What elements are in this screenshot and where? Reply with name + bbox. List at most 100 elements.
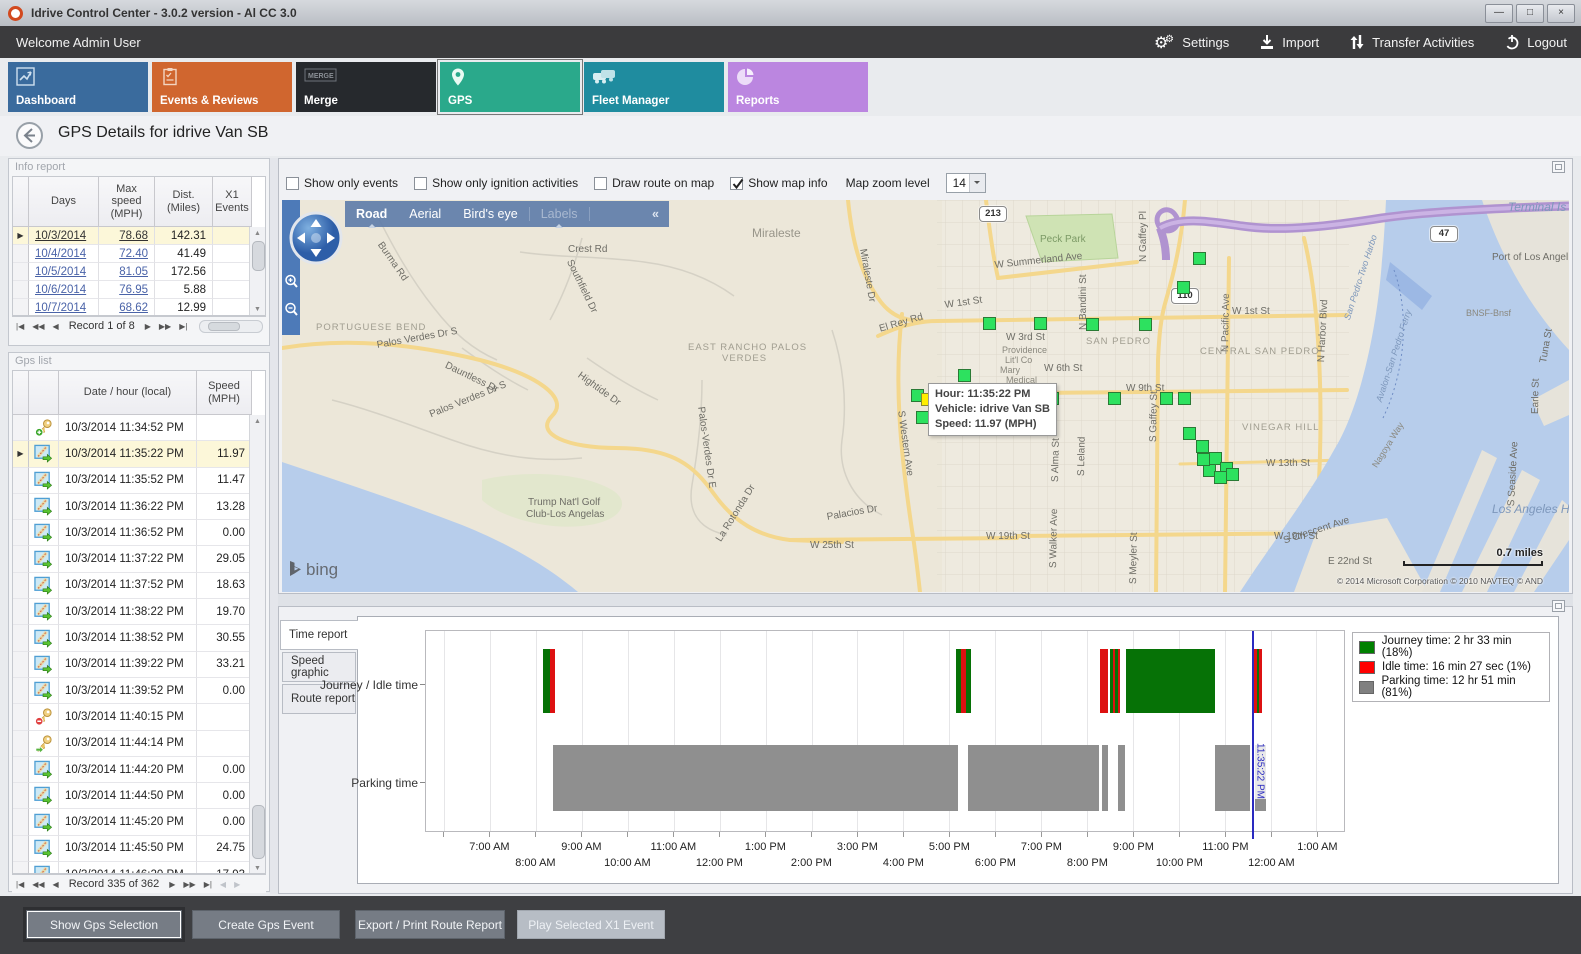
next-page-button[interactable]: ▶▶ [159, 322, 171, 331]
gps-list-row[interactable]: 10/3/2014 11:36:52 PM0.00 [13, 520, 250, 546]
info-column-header[interactable]: Days [29, 177, 99, 227]
gps-list-row[interactable]: 10/3/2014 11:38:52 PM30.55 [13, 625, 250, 651]
prev-page-button[interactable]: ◀◀ [32, 322, 44, 331]
days-cell[interactable]: 10/5/2014 [29, 263, 99, 281]
info-report-row[interactable]: 10/7/201468.6212.99 [13, 299, 265, 316]
info-column-header[interactable] [13, 177, 29, 227]
topbar-action-settings[interactable]: ⚙⚙Settings [1153, 32, 1229, 52]
window-titlebar[interactable]: Idrive Control Center - 3.0.2 version - … [0, 0, 1581, 27]
next-record-button[interactable]: ▶ [145, 322, 151, 331]
gps-list-row[interactable]: 10/3/2014 11:37:52 PM18.63 [13, 573, 250, 599]
zoom-out-button[interactable] [283, 300, 299, 322]
chart-tab-time-report[interactable]: Time report [280, 620, 358, 650]
map-style-labels[interactable]: Labels [541, 207, 578, 221]
gps-point-marker[interactable] [1183, 427, 1196, 440]
vertical-splitter[interactable] [270, 158, 278, 894]
map-bar-collapse-button[interactable]: « [652, 207, 659, 221]
gps-list-row[interactable]: 10/3/2014 11:37:22 PM29.05 [13, 546, 250, 572]
map-zoom-level-select[interactable]: 14 [946, 173, 986, 193]
first-record-button[interactable]: |◀ [16, 880, 24, 889]
hscroll-right-button[interactable]: ▶ [234, 880, 240, 889]
next-page-button[interactable]: ▶▶ [183, 880, 195, 889]
nav-tab-fleet-manager[interactable]: Fleet Manager [584, 62, 724, 112]
checkbox-checked-icon[interactable] [730, 177, 743, 190]
gps-point-marker[interactable] [1139, 318, 1152, 331]
max-speed-link[interactable]: 78.68 [119, 230, 148, 242]
map-pan-compass[interactable] [288, 210, 344, 269]
gps-list-row[interactable]: 10/3/2014 11:40:15 PM [13, 704, 250, 730]
gps-list-row[interactable]: 10/3/2014 11:38:22 PM19.70 [13, 599, 250, 625]
max-speed-cell[interactable]: 68.62 [99, 299, 155, 316]
max-speed-cell[interactable]: 76.95 [99, 281, 155, 299]
topbar-action-transfer-activities[interactable]: Transfer Activities [1349, 34, 1474, 50]
gps-list-row[interactable]: 10/3/2014 11:45:50 PM24.75 [13, 836, 250, 862]
checkbox-icon[interactable] [594, 177, 607, 190]
prev-record-button[interactable]: ◀ [53, 322, 59, 331]
bing-map[interactable]: RoadAerialBird's eyeLabels« MiralestePec… [282, 200, 1569, 592]
gps-point-marker[interactable] [1086, 318, 1099, 331]
footer-button-play-selected-x1-event[interactable]: Play Selected X1 Event [517, 910, 665, 939]
info-report-row[interactable]: 10/5/201481.05172.56 [13, 263, 265, 281]
map-style-road[interactable]: Road [356, 207, 387, 221]
gps-list-row[interactable]: 10/3/2014 11:39:22 PM33.21 [13, 652, 250, 678]
max-speed-link[interactable]: 72.40 [119, 248, 148, 260]
gps-list-row[interactable]: 10/3/2014 11:44:14 PM [13, 731, 250, 757]
first-record-button[interactable]: |◀ [16, 322, 24, 331]
days-link[interactable]: 10/3/2014 [35, 230, 86, 242]
gps-point-marker[interactable] [1034, 317, 1047, 330]
max-speed-cell[interactable]: 81.05 [99, 263, 155, 281]
footer-button-create-gps-event[interactable]: Create Gps Event [192, 910, 340, 939]
last-record-button[interactable]: ▶| [204, 880, 212, 889]
gps-point-marker[interactable] [1226, 468, 1239, 481]
gps-point-marker[interactable] [1108, 392, 1121, 405]
info-report-row[interactable]: 10/4/201472.4041.49 [13, 245, 265, 263]
gps-list-row[interactable]: 10/3/2014 11:44:20 PM0.00 [13, 757, 250, 783]
days-cell[interactable]: 10/7/2014 [29, 299, 99, 316]
prev-page-button[interactable]: ◀◀ [32, 880, 44, 889]
gps-point-marker[interactable] [1193, 252, 1206, 265]
days-link[interactable]: 10/4/2014 [35, 248, 86, 260]
info-column-header[interactable]: X1 Events [213, 177, 252, 227]
gps-point-marker[interactable] [983, 317, 996, 330]
max-speed-link[interactable]: 76.95 [119, 284, 148, 296]
checkbox-show-only-ignition-activities[interactable]: Show only ignition activities [414, 176, 578, 190]
back-button[interactable] [16, 122, 43, 149]
zoom-in-button[interactable] [283, 272, 299, 294]
days-link[interactable]: 10/7/2014 [35, 302, 86, 314]
info-report-row[interactable]: ▶10/3/201478.68142.31 [13, 227, 265, 245]
gps-list-row[interactable]: ▶10/3/2014 11:35:22 PM11.97 [13, 441, 250, 467]
map-style-aerial[interactable]: Aerial [409, 207, 441, 221]
gps-column-header[interactable]: Speed (MPH) [197, 371, 252, 415]
checkbox-draw-route-on-map[interactable]: Draw route on map [594, 176, 714, 190]
checkbox-show-only-events[interactable]: Show only events [286, 176, 398, 190]
days-cell[interactable]: 10/3/2014 [29, 227, 99, 245]
gps-point-marker[interactable] [958, 369, 971, 382]
topbar-action-logout[interactable]: Logout [1504, 34, 1567, 50]
nav-tab-gps[interactable]: GPS [440, 62, 580, 112]
nav-tab-merge[interactable]: MERGEMerge [296, 62, 436, 112]
nav-tab-events-reviews[interactable]: Events & Reviews [152, 62, 292, 112]
gps-column-header[interactable] [29, 371, 59, 415]
gps-list-row[interactable]: 10/3/2014 11:36:22 PM13.28 [13, 494, 250, 520]
chart-panel-maximize-button[interactable] [1552, 600, 1565, 612]
gps-point-marker[interactable] [1196, 440, 1209, 453]
days-link[interactable]: 10/6/2014 [35, 284, 86, 296]
days-cell[interactable]: 10/6/2014 [29, 281, 99, 299]
max-speed-link[interactable]: 81.05 [119, 266, 148, 278]
checkbox-icon[interactable] [286, 177, 299, 190]
gps-column-header[interactable]: Date / hour (local) [59, 371, 197, 415]
maximize-button[interactable]: □ [1516, 4, 1544, 23]
gps-grid-scrollbar[interactable]: ▲ ▼ [249, 415, 265, 874]
gps-point-marker[interactable] [1160, 392, 1173, 405]
info-horizontal-scrollbar[interactable] [199, 320, 263, 333]
gps-list-row[interactable]: 10/3/2014 11:39:52 PM0.00 [13, 678, 250, 704]
last-record-button[interactable]: ▶| [179, 322, 187, 331]
gps-point-marker[interactable] [1178, 392, 1191, 405]
info-grid-scrollbar[interactable]: ▲ ▼ [249, 227, 265, 316]
checkbox-icon[interactable] [414, 177, 427, 190]
map-style-bird-s-eye[interactable]: Bird's eye [463, 207, 518, 221]
gps-point-marker[interactable] [1197, 453, 1210, 466]
gps-column-header[interactable] [13, 371, 29, 415]
info-column-header[interactable]: Dist. (Miles) [155, 177, 213, 227]
days-link[interactable]: 10/5/2014 [35, 266, 86, 278]
